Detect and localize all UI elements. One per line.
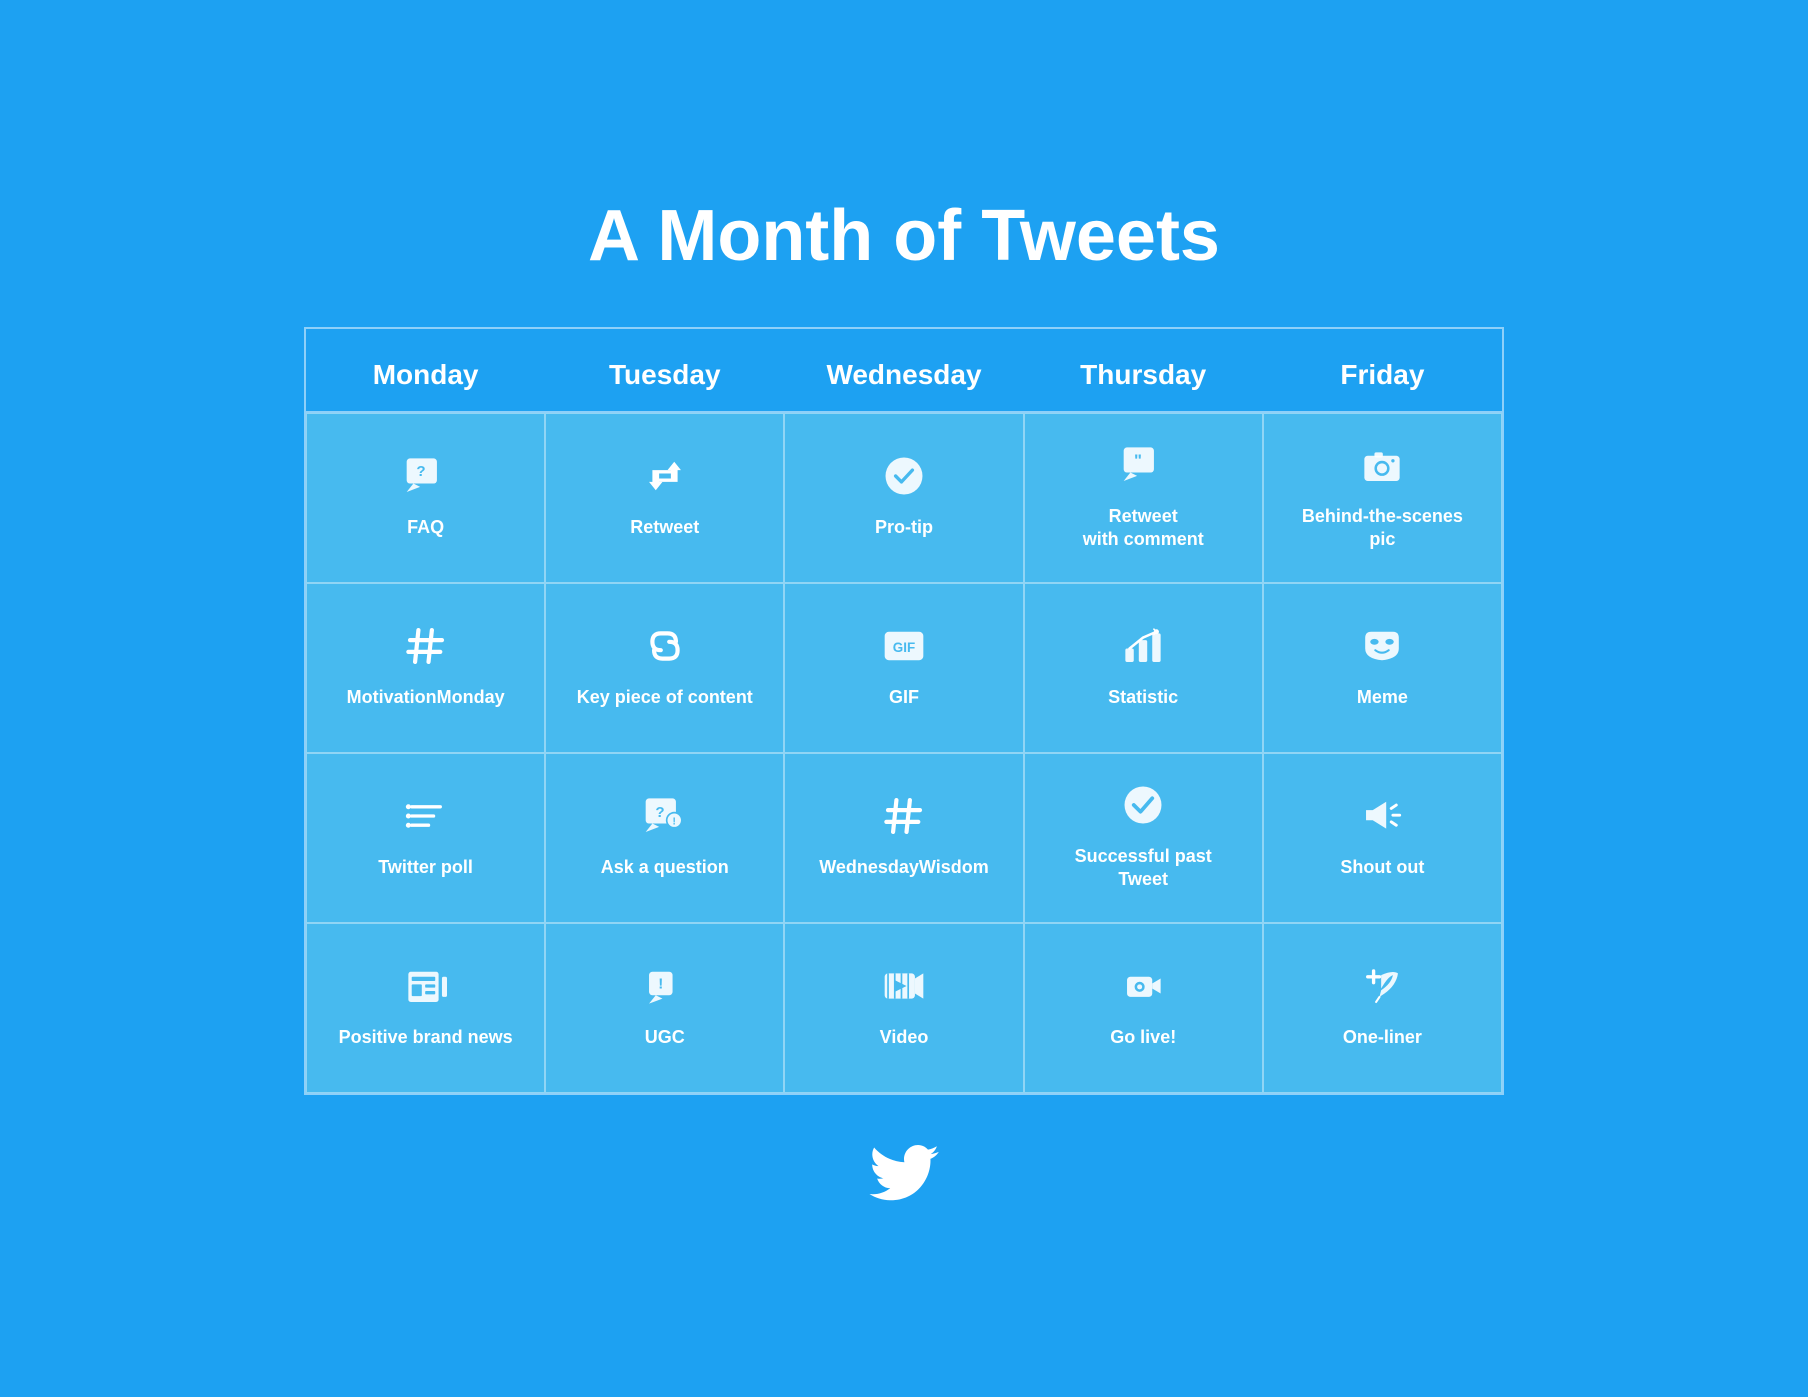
twitter-poll-label: Twitter poll — [378, 856, 473, 879]
positive-brand-label: Positive brand news — [339, 1026, 513, 1049]
cell-key-content: Key piece of content — [545, 583, 784, 753]
svg-text:!: ! — [658, 976, 663, 993]
header-row: Monday Tuesday Wednesday Thursday Friday — [306, 329, 1502, 411]
video-icon — [883, 965, 925, 1014]
gif-icon: GIF — [883, 625, 925, 674]
cell-shout-out: Shout out — [1263, 753, 1502, 923]
retweet-comment-icon: " — [1122, 444, 1164, 493]
successful-tweet-label: Successful pastTweet — [1075, 845, 1212, 892]
faq-label: FAQ — [407, 516, 444, 539]
poll-icon — [405, 795, 447, 844]
header-wednesday: Wednesday — [784, 349, 1023, 401]
newspaper-icon — [405, 965, 447, 1014]
svg-text:?: ? — [655, 804, 664, 821]
oneliner-icon — [1361, 965, 1403, 1014]
cell-retweet: Retweet — [545, 413, 784, 583]
cell-one-liner: One-liner — [1263, 923, 1502, 1093]
faq-icon: ? — [405, 455, 447, 504]
header-friday: Friday — [1263, 349, 1502, 401]
ugc-label: UGC — [645, 1026, 685, 1049]
svg-text:": " — [1134, 450, 1142, 469]
motivation-monday-label: MotivationMonday — [347, 686, 505, 709]
cell-positive-brand: Positive brand news — [306, 923, 545, 1093]
cell-wednesday-wisdom: WednesdayWisdom — [784, 753, 1023, 923]
svg-text:GIF: GIF — [893, 640, 915, 655]
one-liner-label: One-liner — [1343, 1026, 1422, 1049]
chart-icon — [1122, 625, 1164, 674]
cell-ask-question: ? ! Ask a question — [545, 753, 784, 923]
retweet-comment-label: Retweetwith comment — [1083, 505, 1204, 552]
hashtag-monday-icon — [405, 625, 447, 674]
twitter-bird-icon — [869, 1145, 939, 1203]
cell-go-live: Go live! — [1024, 923, 1263, 1093]
camera-icon — [1361, 444, 1403, 493]
main-grid: Monday Tuesday Wednesday Thursday Friday… — [304, 327, 1504, 1095]
cell-retweet-comment: " Retweetwith comment — [1024, 413, 1263, 583]
hashtag-wednesday-icon — [883, 795, 925, 844]
key-content-label: Key piece of content — [577, 686, 753, 709]
question-icon: ? ! — [644, 795, 686, 844]
meme-label: Meme — [1357, 686, 1408, 709]
svg-text:?: ? — [416, 463, 425, 480]
wednesday-wisdom-label: WednesdayWisdom — [819, 856, 989, 879]
cell-gif: GIF GIF — [784, 583, 1023, 753]
checkmark-icon — [1122, 784, 1164, 833]
ask-question-label: Ask a question — [601, 856, 729, 879]
statistic-label: Statistic — [1108, 686, 1178, 709]
cell-video: Video — [784, 923, 1023, 1093]
retweet-icon — [644, 455, 686, 504]
cell-successful-tweet: Successful pastTweet — [1024, 753, 1263, 923]
header-thursday: Thursday — [1024, 349, 1263, 401]
link-icon — [644, 625, 686, 674]
svg-text:!: ! — [672, 817, 675, 828]
cell-twitter-poll: Twitter poll — [306, 753, 545, 923]
mask-icon — [1361, 625, 1403, 674]
cell-statistic: Statistic — [1024, 583, 1263, 753]
cell-protip: Pro-tip — [784, 413, 1023, 583]
body-grid: ? FAQ Retweet Pro-tip — [306, 411, 1502, 1093]
page-title: A Month of Tweets — [588, 195, 1220, 277]
behind-scenes-label: Behind-the-scenespic — [1302, 505, 1463, 552]
ugc-icon: ! — [644, 965, 686, 1014]
header-tuesday: Tuesday — [545, 349, 784, 401]
protip-icon — [883, 455, 925, 504]
protip-label: Pro-tip — [875, 516, 933, 539]
cell-faq: ? FAQ — [306, 413, 545, 583]
gif-label: GIF — [889, 686, 919, 709]
retweet-label: Retweet — [630, 516, 699, 539]
cell-motivation-monday: MotivationMonday — [306, 583, 545, 753]
live-icon — [1122, 965, 1164, 1014]
megaphone-icon — [1361, 795, 1403, 844]
go-live-label: Go live! — [1110, 1026, 1176, 1049]
header-monday: Monday — [306, 349, 545, 401]
shout-out-label: Shout out — [1340, 856, 1424, 879]
twitter-footer — [869, 1145, 939, 1203]
cell-behind-scenes: Behind-the-scenespic — [1263, 413, 1502, 583]
cell-ugc: ! UGC — [545, 923, 784, 1093]
video-label: Video — [880, 1026, 929, 1049]
cell-meme: Meme — [1263, 583, 1502, 753]
